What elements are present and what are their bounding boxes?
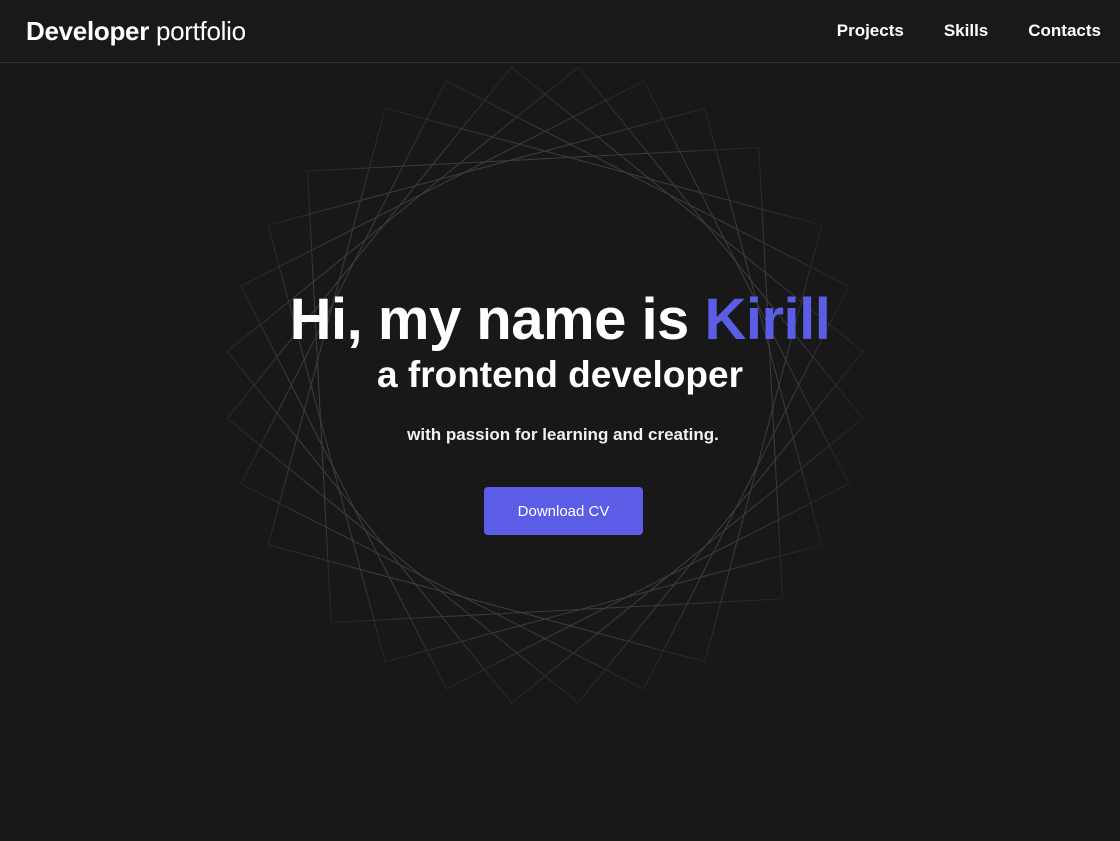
hero-name: Kirill — [704, 287, 831, 352]
hero-section: Hi, my name is Kirill a frontend develop… — [0, 63, 1120, 841]
main-nav: Projects Skills Contacts — [837, 20, 1101, 42]
nav-link-skills[interactable]: Skills — [944, 20, 988, 42]
logo-bold-text: Developer — [26, 16, 150, 46]
logo-light-text: portfolio — [149, 16, 246, 46]
site-header: Developer portfolio Projects Skills Cont… — [0, 0, 1120, 63]
logo[interactable]: Developer portfolio — [26, 14, 246, 48]
download-cv-button[interactable]: Download CV — [484, 487, 643, 535]
hero-tagline: with passion for learning and creating. — [407, 425, 719, 444]
hero-title: Hi, my name is Kirill — [0, 287, 1120, 353]
hero-subtitle: a frontend developer — [377, 354, 743, 395]
hero-title-prefix: Hi, my name is — [289, 287, 705, 352]
nav-link-projects[interactable]: Projects — [837, 20, 904, 42]
nav-link-contacts[interactable]: Contacts — [1028, 20, 1101, 42]
